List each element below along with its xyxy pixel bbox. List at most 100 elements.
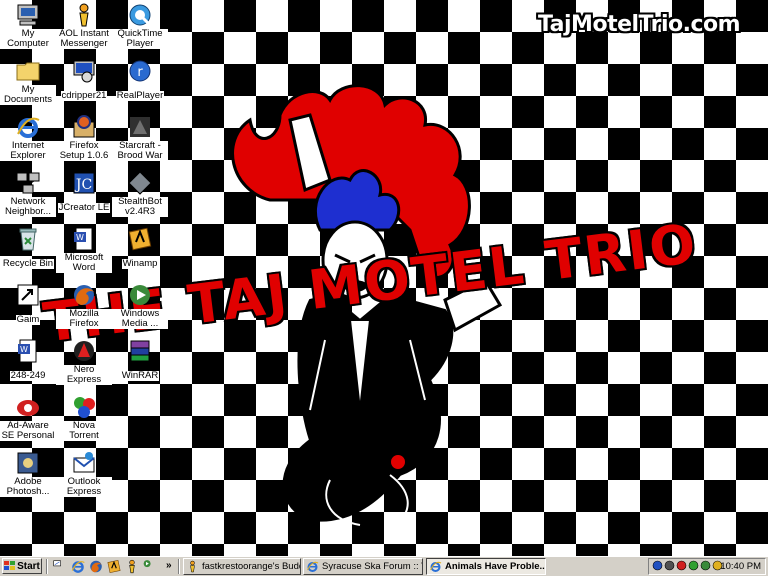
antivirus-tray-icon[interactable] [676, 560, 688, 572]
taskbar-button-label: fastkrestoorange's Buddy ... [202, 561, 300, 572]
desktop-icon-outlook[interactable]: Outlook Express [56, 448, 112, 499]
taskbar-button[interactable]: Animals Have Proble... [426, 558, 546, 575]
photoshop-icon [15, 450, 41, 476]
wallpaper-site-text: TajMotelTrio.com [538, 12, 741, 37]
taskbar: Start » fastkrestoorange's Buddy ... Syra… [0, 556, 768, 576]
taskbar-separator [46, 559, 48, 574]
taskbar-button-label: Syracuse Ska Forum :: Vie... [322, 561, 422, 572]
quick-launch-chevron[interactable]: » [166, 560, 172, 571]
desktop-icon-label: Mozilla Firefox [56, 309, 112, 329]
desktop-icon-starcraft[interactable]: Starcraft - Brood War [112, 112, 168, 163]
desktop-icon-label: My Computer [0, 29, 56, 49]
quick-launch-ie-icon[interactable] [70, 559, 86, 574]
quick-launch-firefox-icon[interactable] [88, 559, 104, 574]
network-icon [15, 170, 41, 196]
desktop-icon-label: Microsoft Word [56, 253, 112, 273]
taskbar-button[interactable]: Syracuse Ska Forum :: Vie... [303, 558, 423, 575]
desktop-icon-label: Winamp [121, 258, 159, 269]
wmp-icon [127, 282, 153, 308]
desktop-icon-label: Ad-Aware SE Personal [0, 420, 56, 441]
desktop-icon-label: Firefox Setup 1.0.6 [56, 141, 112, 161]
starcraft-icon [127, 114, 153, 140]
desktop-icon-program[interactable]: cdripper21 [56, 56, 112, 103]
desktop-icon-label: QuickTime Player [112, 29, 168, 49]
desktop-icon-recycle-bin[interactable]: Recycle Bin [0, 224, 56, 271]
windows-logo-icon [4, 561, 16, 571]
desktop-icon-quicktime[interactable]: QuickTime Player [112, 0, 168, 51]
desktop-icon-label: RealPlayer [115, 90, 165, 101]
firefox-icon [71, 282, 97, 308]
desktop-icon-stealthbot[interactable]: StealthBot v2.4R3 [112, 168, 168, 219]
desktop-icon-network[interactable]: Network Neighbor... [0, 168, 56, 219]
start-button[interactable]: Start [2, 558, 42, 574]
taskbar-button[interactable]: fastkrestoorange's Buddy ... [183, 558, 301, 575]
ie-icon [306, 560, 319, 573]
desktop-icon-word[interactable]: W Microsoft Word [56, 224, 112, 275]
desktop-icon-firefox[interactable]: Mozilla Firefox [56, 280, 112, 331]
outlook-icon [71, 450, 97, 476]
quick-launch-aim-icon[interactable] [124, 559, 140, 574]
desktop-icon-nero[interactable]: Nero Express [56, 336, 112, 387]
desktop-icon-label: Gaim [15, 314, 41, 325]
desktop-icon-photoshop[interactable]: Adobe Photosh... [0, 448, 56, 499]
desktop-icon-label: 248-249 [9, 370, 47, 381]
desktop-icon-installer[interactable]: Firefox Setup 1.0.6 [56, 112, 112, 163]
program-icon [71, 58, 97, 84]
start-label: Start [17, 560, 40, 572]
desktop-icon-winrar[interactable]: WinRAR [112, 336, 168, 383]
desktop-icon-folder[interactable]: My Documents [0, 56, 56, 107]
desktop-icon-shortcut[interactable]: Gaim [0, 280, 56, 327]
aim-icon [186, 560, 199, 573]
volume-tray-icon[interactable] [664, 560, 676, 572]
svg-text:r: r [137, 65, 143, 80]
desktop-icon-word-doc[interactable]: W 248-249 [0, 336, 56, 383]
aim-icon [71, 2, 97, 28]
winrar-icon [127, 338, 153, 364]
desktop-icon-label: Recycle Bin [1, 258, 55, 269]
installer-icon [71, 114, 97, 140]
quick-launch-winamp-icon[interactable] [106, 559, 122, 574]
desktop-icon-label: Internet Explorer [0, 141, 56, 161]
taskbar-separator [178, 559, 180, 574]
ie-icon [429, 560, 442, 573]
svg-text:W: W [20, 345, 28, 354]
desktop-icon-adaware[interactable]: Ad-Aware SE Personal [0, 392, 56, 443]
shortcut-icon [15, 282, 41, 308]
adaware-icon [15, 394, 41, 420]
nero-icon [71, 338, 97, 364]
desktop-icon-label: StealthBot v2.4R3 [112, 197, 168, 217]
desktop-icon-realplayer[interactable]: r RealPlayer [112, 56, 168, 103]
jcreator-icon: JC [71, 170, 97, 196]
torrent-icon [71, 394, 97, 420]
word-icon: W [71, 226, 97, 252]
word-doc-icon: W [15, 338, 41, 364]
desktop-icon-torrent[interactable]: Nova Torrent [56, 392, 112, 443]
quick-launch-media-icon[interactable] [142, 559, 158, 574]
quick-launch-show-desktop-icon[interactable] [52, 559, 68, 574]
messenger-tray-icon[interactable] [688, 560, 700, 572]
desktop-icon-winamp[interactable]: Winamp [112, 224, 168, 271]
desktop-icon-label: Nova Torrent [56, 421, 112, 441]
desktop-icon-ie[interactable]: Internet Explorer [0, 112, 56, 163]
ie-icon [15, 114, 41, 140]
system-tray: 10:40 PM [648, 558, 766, 575]
stealthbot-icon [127, 170, 153, 196]
svg-text:W: W [76, 233, 84, 242]
desktop-icon-computer[interactable]: My Computer [0, 0, 56, 51]
desktop-icon-aim[interactable]: AOL Instant Messenger [56, 0, 112, 51]
desktop-icon-label: Network Neighbor... [0, 197, 56, 217]
desktop-icon-label: cdripper21 [60, 90, 108, 101]
realplayer-icon: r [127, 58, 153, 84]
desktop-icon-label: Nero Express [56, 365, 112, 385]
network-tray-icon[interactable] [652, 560, 664, 572]
desktop[interactable]: TajMotelTrio.com THE TAJ MOTEL TRIO My C… [0, 0, 768, 556]
clock[interactable]: 10:40 PM [720, 560, 761, 574]
desktop-icon-wmp[interactable]: Windows Media ... [112, 280, 168, 331]
media-tray-icon[interactable] [700, 560, 712, 572]
winamp-icon [127, 226, 153, 252]
desktop-icon-label: Adobe Photosh... [0, 477, 56, 497]
desktop-icon-label: AOL Instant Messenger [56, 29, 112, 49]
desktop-icon-jcreator[interactable]: JC JCreator LE [56, 168, 112, 215]
desktop-icon-label: Windows Media ... [112, 309, 168, 329]
taskbar-button-label: Animals Have Proble... [445, 561, 546, 572]
